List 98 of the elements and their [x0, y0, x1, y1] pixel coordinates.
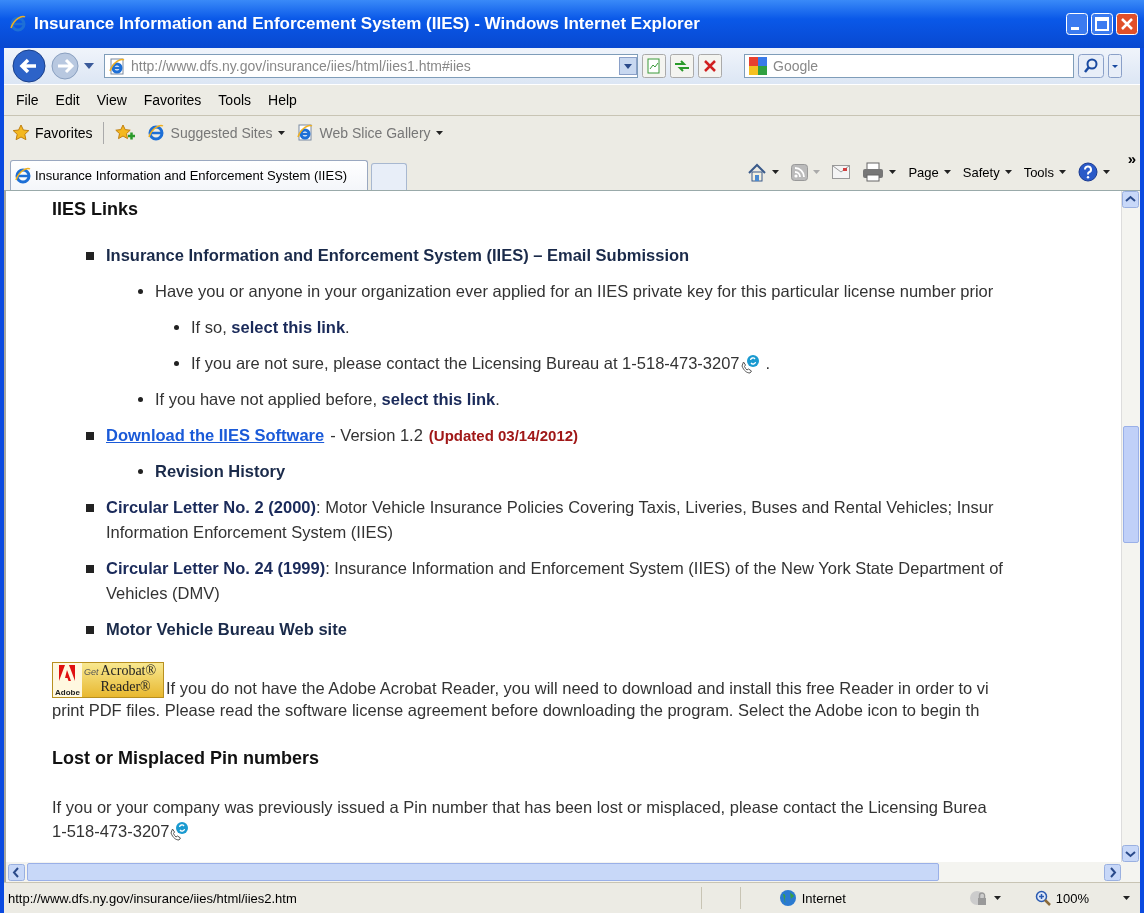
help-icon[interactable]	[1078, 162, 1098, 182]
bullet-icon	[86, 432, 94, 440]
horizontal-scrollbar[interactable]	[4, 862, 1140, 882]
bullet-icon	[86, 565, 94, 573]
caret-icon[interactable]	[1103, 170, 1110, 174]
updated-note: (Updated 03/14/2012)	[428, 426, 579, 446]
bullet-icon	[138, 289, 143, 294]
download-link[interactable]: Download the IIES Software	[106, 423, 325, 448]
scroll-right-button[interactable]	[1104, 863, 1121, 881]
caret-icon[interactable]	[1123, 896, 1130, 900]
menu-item[interactable]: File	[16, 92, 39, 108]
command-menu[interactable]: Safety	[962, 164, 1012, 180]
scroll-left-button[interactable]	[8, 863, 25, 881]
menu-item[interactable]: Favorites	[143, 92, 202, 108]
mail-icon[interactable]	[832, 165, 851, 179]
caret-icon[interactable]	[889, 170, 897, 174]
window-title: Insurance Information and Enforcement System (IIES) - Windows Internet Explorer	[34, 14, 701, 34]
favorites-link[interactable]: Suggested Sites	[147, 124, 285, 142]
menu-item[interactable]: Help	[268, 92, 297, 108]
product-name: Acrobat®	[100, 663, 157, 679]
caret-icon[interactable]	[993, 896, 1001, 900]
phone-icon[interactable]	[169, 821, 190, 841]
menu-item[interactable]: Edit	[55, 92, 80, 108]
caret-icon[interactable]	[1059, 170, 1066, 174]
page-icon	[109, 57, 125, 75]
product-name: Reader®	[100, 679, 152, 695]
dropdown-caret-icon[interactable]	[84, 63, 94, 69]
maximize-button[interactable]	[1091, 13, 1113, 35]
brand-text: Adobe	[55, 688, 80, 697]
list-link[interactable]: Revision History	[155, 459, 286, 484]
punctuation-text: .	[765, 353, 771, 374]
version-text: - Version 1.2	[330, 425, 423, 446]
more-button[interactable]: »	[1127, 150, 1136, 167]
command-menu[interactable]: Tools	[1023, 164, 1066, 180]
browser-logo-icon	[147, 124, 166, 142]
browser-logo-icon	[10, 15, 28, 33]
phone-icon[interactable]	[739, 353, 760, 374]
list-text: If you have not applied before, select this link.	[155, 389, 500, 410]
command-menu[interactable]: Page	[908, 164, 951, 180]
close-button[interactable]	[1116, 13, 1138, 35]
favorites-link[interactable]: Web Slice Gallery	[296, 124, 443, 142]
list-text: Have you or anyone in your organization ever applied for an IIES private key for this particular license number prior	[155, 281, 994, 302]
bullet-icon	[174, 361, 179, 366]
info-paragraph: print PDF files. Please read the software license agreement before downloading the program. Select the Adobe icon to begin th	[52, 700, 981, 721]
list-text: Circular Letter No. 2 (2000): Motor Vehicle Insurance Policies Covering Taxis, Liveries, Buses and Rental Vehicles; Insur Information Enforcement System (IIES)	[106, 497, 994, 543]
scroll-thumb[interactable]	[27, 863, 939, 881]
bullet-icon	[138, 469, 143, 474]
minimize-button[interactable]	[1066, 13, 1088, 35]
stop-button[interactable]	[698, 54, 722, 78]
back-button[interactable]	[12, 49, 46, 83]
favorites-button[interactable]: Favorites	[12, 124, 93, 142]
search-field[interactable]: Google	[744, 54, 1074, 78]
vertical-scrollbar[interactable]	[1121, 191, 1140, 862]
address-field[interactable]: http://www.dfs.ny.gov/insurance/iies/html/iies1.htm#iies	[104, 54, 638, 78]
page-icon	[296, 124, 315, 142]
list-link[interactable]: Motor Vehicle Bureau Web site	[106, 617, 347, 642]
list-text: Circular Letter No. 24 (1999): Insurance Information and Enforcement System (IIES) of the New York State Department of Vehicles (DMV)	[106, 558, 1003, 604]
scroll-down-button[interactable]	[1122, 845, 1139, 862]
zoom-control[interactable]: 100%	[1034, 890, 1089, 906]
print-icon[interactable]	[862, 162, 885, 182]
zoom-icon	[1034, 890, 1051, 906]
list-text: If you are not sure, please contact the Licensing Bureau at 1-518-473-3207	[191, 353, 740, 374]
list-text: If so, select this link.	[191, 317, 350, 338]
home-icon[interactable]	[747, 162, 768, 182]
status-text: http://www.dfs.ny.gov/insurance/iies/html/iies2.htm	[8, 890, 298, 906]
zone-text: Internet	[801, 890, 846, 906]
caret-icon[interactable]	[772, 170, 780, 174]
menu-item[interactable]: Tools	[218, 92, 252, 108]
search-button[interactable]	[1078, 54, 1104, 78]
section-heading: IIES Links	[52, 199, 140, 220]
bullet-icon	[174, 325, 179, 330]
badge-text: Get	[82, 666, 100, 679]
bullet-icon	[86, 626, 94, 634]
adobe-logo-icon	[59, 665, 76, 681]
info-paragraph: If you or your company was previously issued a Pin number that has been lost or misplaced, please contact the Licensing Burea	[52, 797, 988, 818]
refresh-button[interactable]	[670, 54, 694, 78]
feed-icon[interactable]	[791, 163, 809, 181]
dropdown-button[interactable]	[619, 57, 637, 75]
section-heading: Lost or Misplaced Pin numbers	[52, 748, 321, 769]
scroll-thumb[interactable]	[1123, 426, 1139, 543]
caret-icon[interactable]	[1004, 170, 1012, 174]
bullet-icon	[138, 397, 143, 402]
menu-item[interactable]: View	[96, 92, 127, 108]
phone-number: 1-518-473-3207	[52, 821, 170, 842]
browser-logo-icon	[15, 167, 31, 184]
acrobat-badge[interactable]: Adobe Get Acrobat® Reader®	[52, 662, 164, 698]
add-favorite-icon[interactable]	[113, 123, 136, 143]
list-link[interactable]: Insurance Information and Enforcement System (IIES) – Email Submission	[106, 243, 690, 268]
info-paragraph: If you do not have the Adobe Acrobat Reader, you will need to download and install this free Reader in order to vi	[166, 678, 989, 698]
caret-icon[interactable]	[277, 131, 285, 135]
caret-icon[interactable]	[943, 170, 951, 174]
scroll-up-button[interactable]	[1122, 191, 1139, 208]
globe-icon	[778, 889, 797, 907]
bullet-icon	[86, 252, 94, 260]
browser-tab[interactable]: Insurance Information and Enforcement System (IIES)	[10, 160, 369, 190]
caret-icon[interactable]	[435, 131, 443, 135]
star-icon	[12, 124, 30, 142]
bullet-icon	[86, 504, 94, 512]
